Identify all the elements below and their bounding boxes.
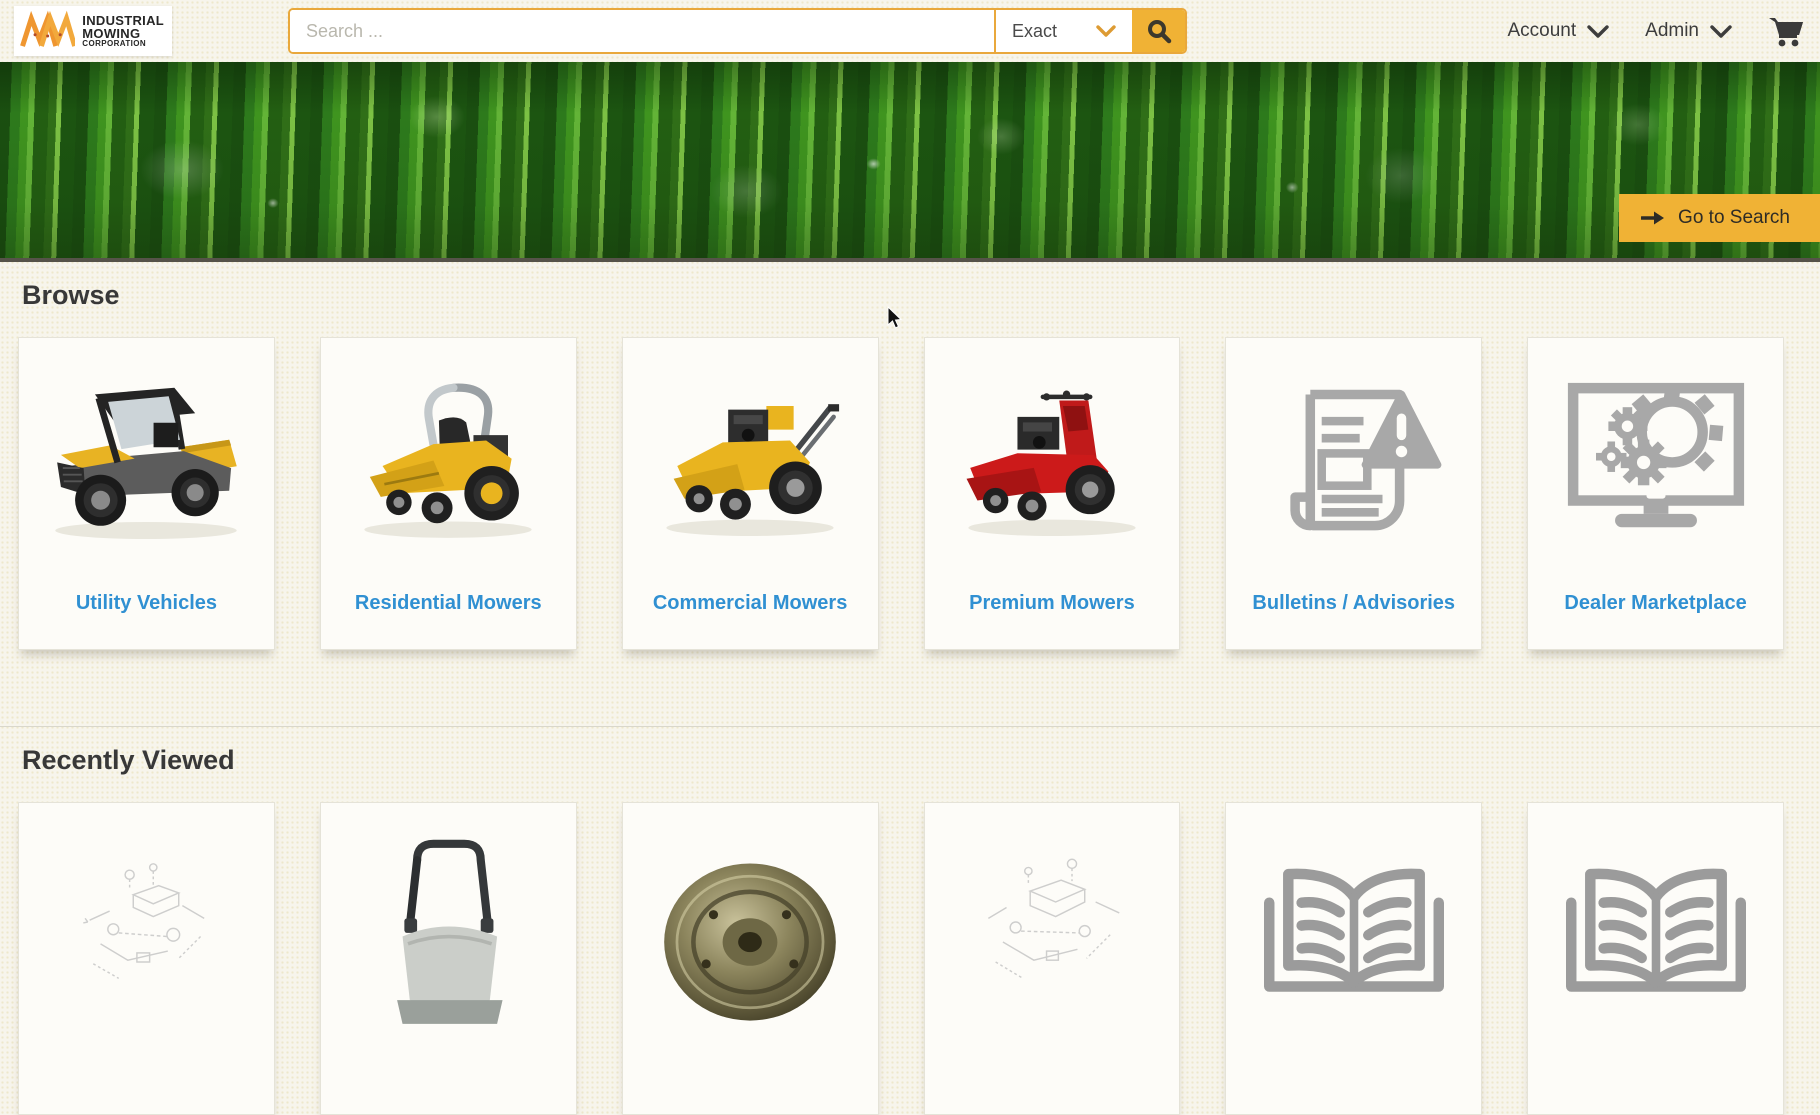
product-image <box>19 803 274 1114</box>
category-card-residential-mowers[interactable]: Residential Mowers <box>320 337 577 650</box>
metal-pulley-part-photo <box>648 827 852 1037</box>
hero-banner: Go to Search <box>0 62 1820 262</box>
category-card-label: Utility Vehicles <box>25 592 268 615</box>
category-card-label: Bulletins / Advisories <box>1232 592 1475 615</box>
recently-viewed-item[interactable] <box>1225 802 1482 1115</box>
product-image <box>925 338 1180 592</box>
utility-vehicle-photo <box>42 366 250 556</box>
search-match-mode-value: Exact <box>1012 21 1057 42</box>
category-card-label: Residential Mowers <box>327 592 570 615</box>
open-book-icon <box>1254 827 1454 1027</box>
logo-wordmark: INDUSTRIAL MOWING CORPORATION <box>82 14 164 49</box>
company-logo[interactable]: INDUSTRIAL MOWING CORPORATION <box>14 6 172 56</box>
category-card-label: Dealer Marketplace <box>1534 592 1777 615</box>
grass-hero-image <box>0 62 1820 258</box>
recently-viewed-item[interactable] <box>1527 802 1784 1115</box>
premium-stand-on-mower-photo <box>952 366 1152 556</box>
logo-line-3: CORPORATION <box>82 40 164 48</box>
browse-cards-row: Utility Vehicles <box>18 337 1784 650</box>
go-to-search-label: Go to Search <box>1678 207 1790 229</box>
product-image <box>321 803 576 1114</box>
open-book-icon <box>1556 827 1756 1027</box>
chevron-down-icon <box>1096 25 1116 37</box>
parts-line-diagram <box>46 827 246 1037</box>
recently-viewed-item[interactable] <box>622 802 879 1115</box>
go-to-search-button[interactable]: Go to Search <box>1619 194 1820 242</box>
search-match-mode-select[interactable]: Exact <box>994 10 1132 52</box>
category-card-utility-vehicles[interactable]: Utility Vehicles <box>18 337 275 650</box>
recently-viewed-item[interactable] <box>18 802 275 1115</box>
product-image <box>321 338 576 592</box>
monitor-with-gears-icon <box>1556 366 1756 556</box>
cart-icon[interactable] <box>1768 15 1804 47</box>
chevron-down-icon <box>1587 25 1609 38</box>
product-image <box>1528 803 1783 1114</box>
recently-viewed-item[interactable] <box>320 802 577 1115</box>
product-image <box>623 338 878 592</box>
recently-viewed-section: Recently Viewed <box>0 726 1820 1115</box>
walk-behind-mower-photo <box>348 827 548 1037</box>
admin-menu[interactable]: Admin <box>1645 20 1732 42</box>
product-image <box>1528 338 1783 592</box>
category-card-bulletins-advisories[interactable]: Bulletins / Advisories <box>1225 337 1482 650</box>
chevron-down-icon <box>1710 25 1732 38</box>
search-button[interactable] <box>1132 10 1185 52</box>
product-image <box>19 338 274 592</box>
product-image <box>1226 803 1481 1114</box>
category-card-commercial-mowers[interactable]: Commercial Mowers <box>622 337 879 650</box>
admin-menu-label: Admin <box>1645 20 1699 42</box>
commercial-walk-behind-mower-photo <box>650 366 850 556</box>
search-bar: Exact <box>288 8 1187 54</box>
arrow-right-icon <box>1641 210 1665 226</box>
header-nav: Account Admin <box>1507 15 1820 47</box>
top-header: INDUSTRIAL MOWING CORPORATION Exact Acco… <box>0 0 1820 62</box>
product-image <box>1226 338 1481 592</box>
recently-viewed-title: Recently Viewed <box>22 745 1784 776</box>
logo-line-1: INDUSTRIAL <box>82 14 164 27</box>
account-menu-label: Account <box>1507 20 1576 42</box>
browse-section: Browse <box>0 262 1820 726</box>
product-image <box>925 803 1180 1114</box>
logo-line-2: MOWING <box>82 27 164 40</box>
category-card-premium-mowers[interactable]: Premium Mowers <box>924 337 1181 650</box>
category-card-label: Premium Mowers <box>931 592 1174 615</box>
account-menu[interactable]: Account <box>1507 20 1609 42</box>
product-image <box>623 803 878 1114</box>
recently-viewed-cards-row <box>18 802 1784 1115</box>
magnifier-icon <box>1146 18 1172 44</box>
browse-title: Browse <box>22 280 1784 311</box>
parts-line-diagram <box>952 827 1152 1037</box>
residential-zero-turn-mower-photo <box>348 366 548 556</box>
double-m-logo-icon <box>20 9 75 53</box>
category-card-label: Commercial Mowers <box>629 592 872 615</box>
search-input[interactable] <box>290 10 994 52</box>
bulletin-warning-document-icon <box>1259 366 1449 556</box>
category-card-dealer-marketplace[interactable]: Dealer Marketplace <box>1527 337 1784 650</box>
recently-viewed-item[interactable] <box>924 802 1181 1115</box>
